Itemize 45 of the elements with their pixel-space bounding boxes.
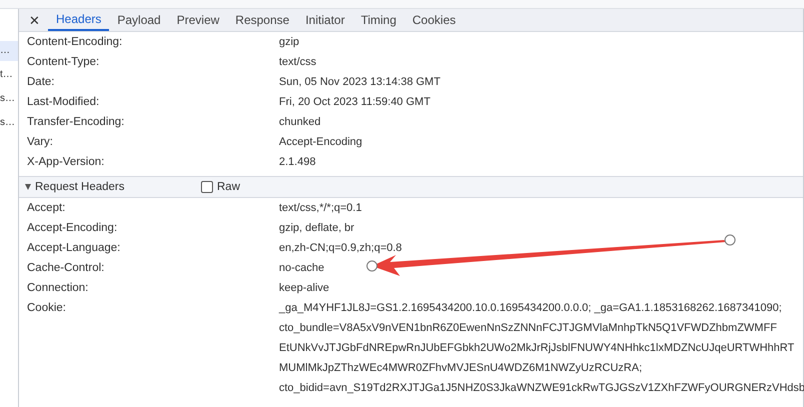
header-value: Fri, 20 Oct 2023 11:59:40 GMT [279, 95, 430, 110]
close-button[interactable]: ✕ [27, 12, 48, 28]
tab[interactable]: Preview [168, 9, 228, 31]
request-list-item[interactable]: … [0, 41, 18, 61]
expand-triangle-icon[interactable] [25, 184, 31, 190]
header-name: Accept-Language: [27, 241, 122, 256]
raw-checkbox[interactable] [201, 181, 213, 193]
header-value: no-cache [279, 261, 324, 276]
header-value: chunked [279, 115, 321, 130]
tab[interactable]: Timing [352, 9, 404, 31]
request-list-item[interactable]: t… [0, 65, 18, 85]
header-name: Content-Encoding: [27, 35, 124, 50]
header-value: Sun, 05 Nov 2023 13:14:38 GMT [279, 75, 440, 90]
header-value: en,zh-CN;q=0.9,zh;q=0.8 [279, 241, 402, 256]
raw-label[interactable]: Raw [217, 181, 240, 193]
tab[interactable]: Headers [48, 9, 110, 31]
section-title[interactable]: Request Headers [35, 181, 197, 193]
header-name: Cookie: [27, 301, 67, 316]
tab[interactable]: Payload [109, 9, 169, 31]
header-value: keep-alive [279, 281, 330, 296]
header-value: text/css,*/*;q=0.1 [279, 201, 362, 216]
header-value: text/css [279, 55, 316, 70]
request-list-item[interactable]: s… [0, 89, 18, 109]
header-name: Date: [27, 75, 56, 90]
header-name: Vary: [27, 135, 54, 150]
header-value: cto_bundle=V8A5xV9nVEN1bnR6Z0EwenNnSzZNNnFCJTJGMVlaMnhpTkN5Q1VFWDZhbmZWMFF [279, 321, 778, 336]
header-name: Content-Type: [27, 55, 100, 70]
request-list-item[interactable]: s… [0, 113, 18, 133]
header-value: 2.1.498 [279, 155, 316, 170]
header-name: Transfer-Encoding: [27, 115, 126, 130]
header-name: Accept-Encoding: [27, 221, 118, 236]
header-value: gzip [279, 35, 300, 50]
header-name: Cache-Control: [27, 261, 106, 276]
tab[interactable]: Response [227, 9, 298, 31]
tab[interactable]: Initiator [297, 9, 353, 31]
tab[interactable]: Cookies [404, 9, 464, 31]
header-value: EtUNkVvJTJGbFdNREpwRnJUbEFGbkh2UWo2MkJrRjJsblFNUWY4NHhkc1lxMDZNcUJqeURTWHhhRT [279, 341, 796, 356]
header-name: Accept: [27, 201, 66, 216]
header-name: Connection: [27, 281, 90, 296]
header-value: Accept-Encoding [279, 135, 362, 150]
header-value: gzip, deflate, br [279, 221, 354, 236]
header-value: MUMlMkJpZThzWEc4MWR0ZFhvMVJESnU4WDZ6M1NWZyUzRCUzRA; [279, 361, 644, 376]
header-name: X-App-Version: [27, 155, 106, 170]
header-name: Last-Modified: [27, 95, 100, 110]
header-value: _ga_M4YHF1JL8J=GS1.2.1695434200.10.0.1695434200.0.0.0; _ga=GA1.1.1853168262.1687341090; [279, 301, 783, 316]
